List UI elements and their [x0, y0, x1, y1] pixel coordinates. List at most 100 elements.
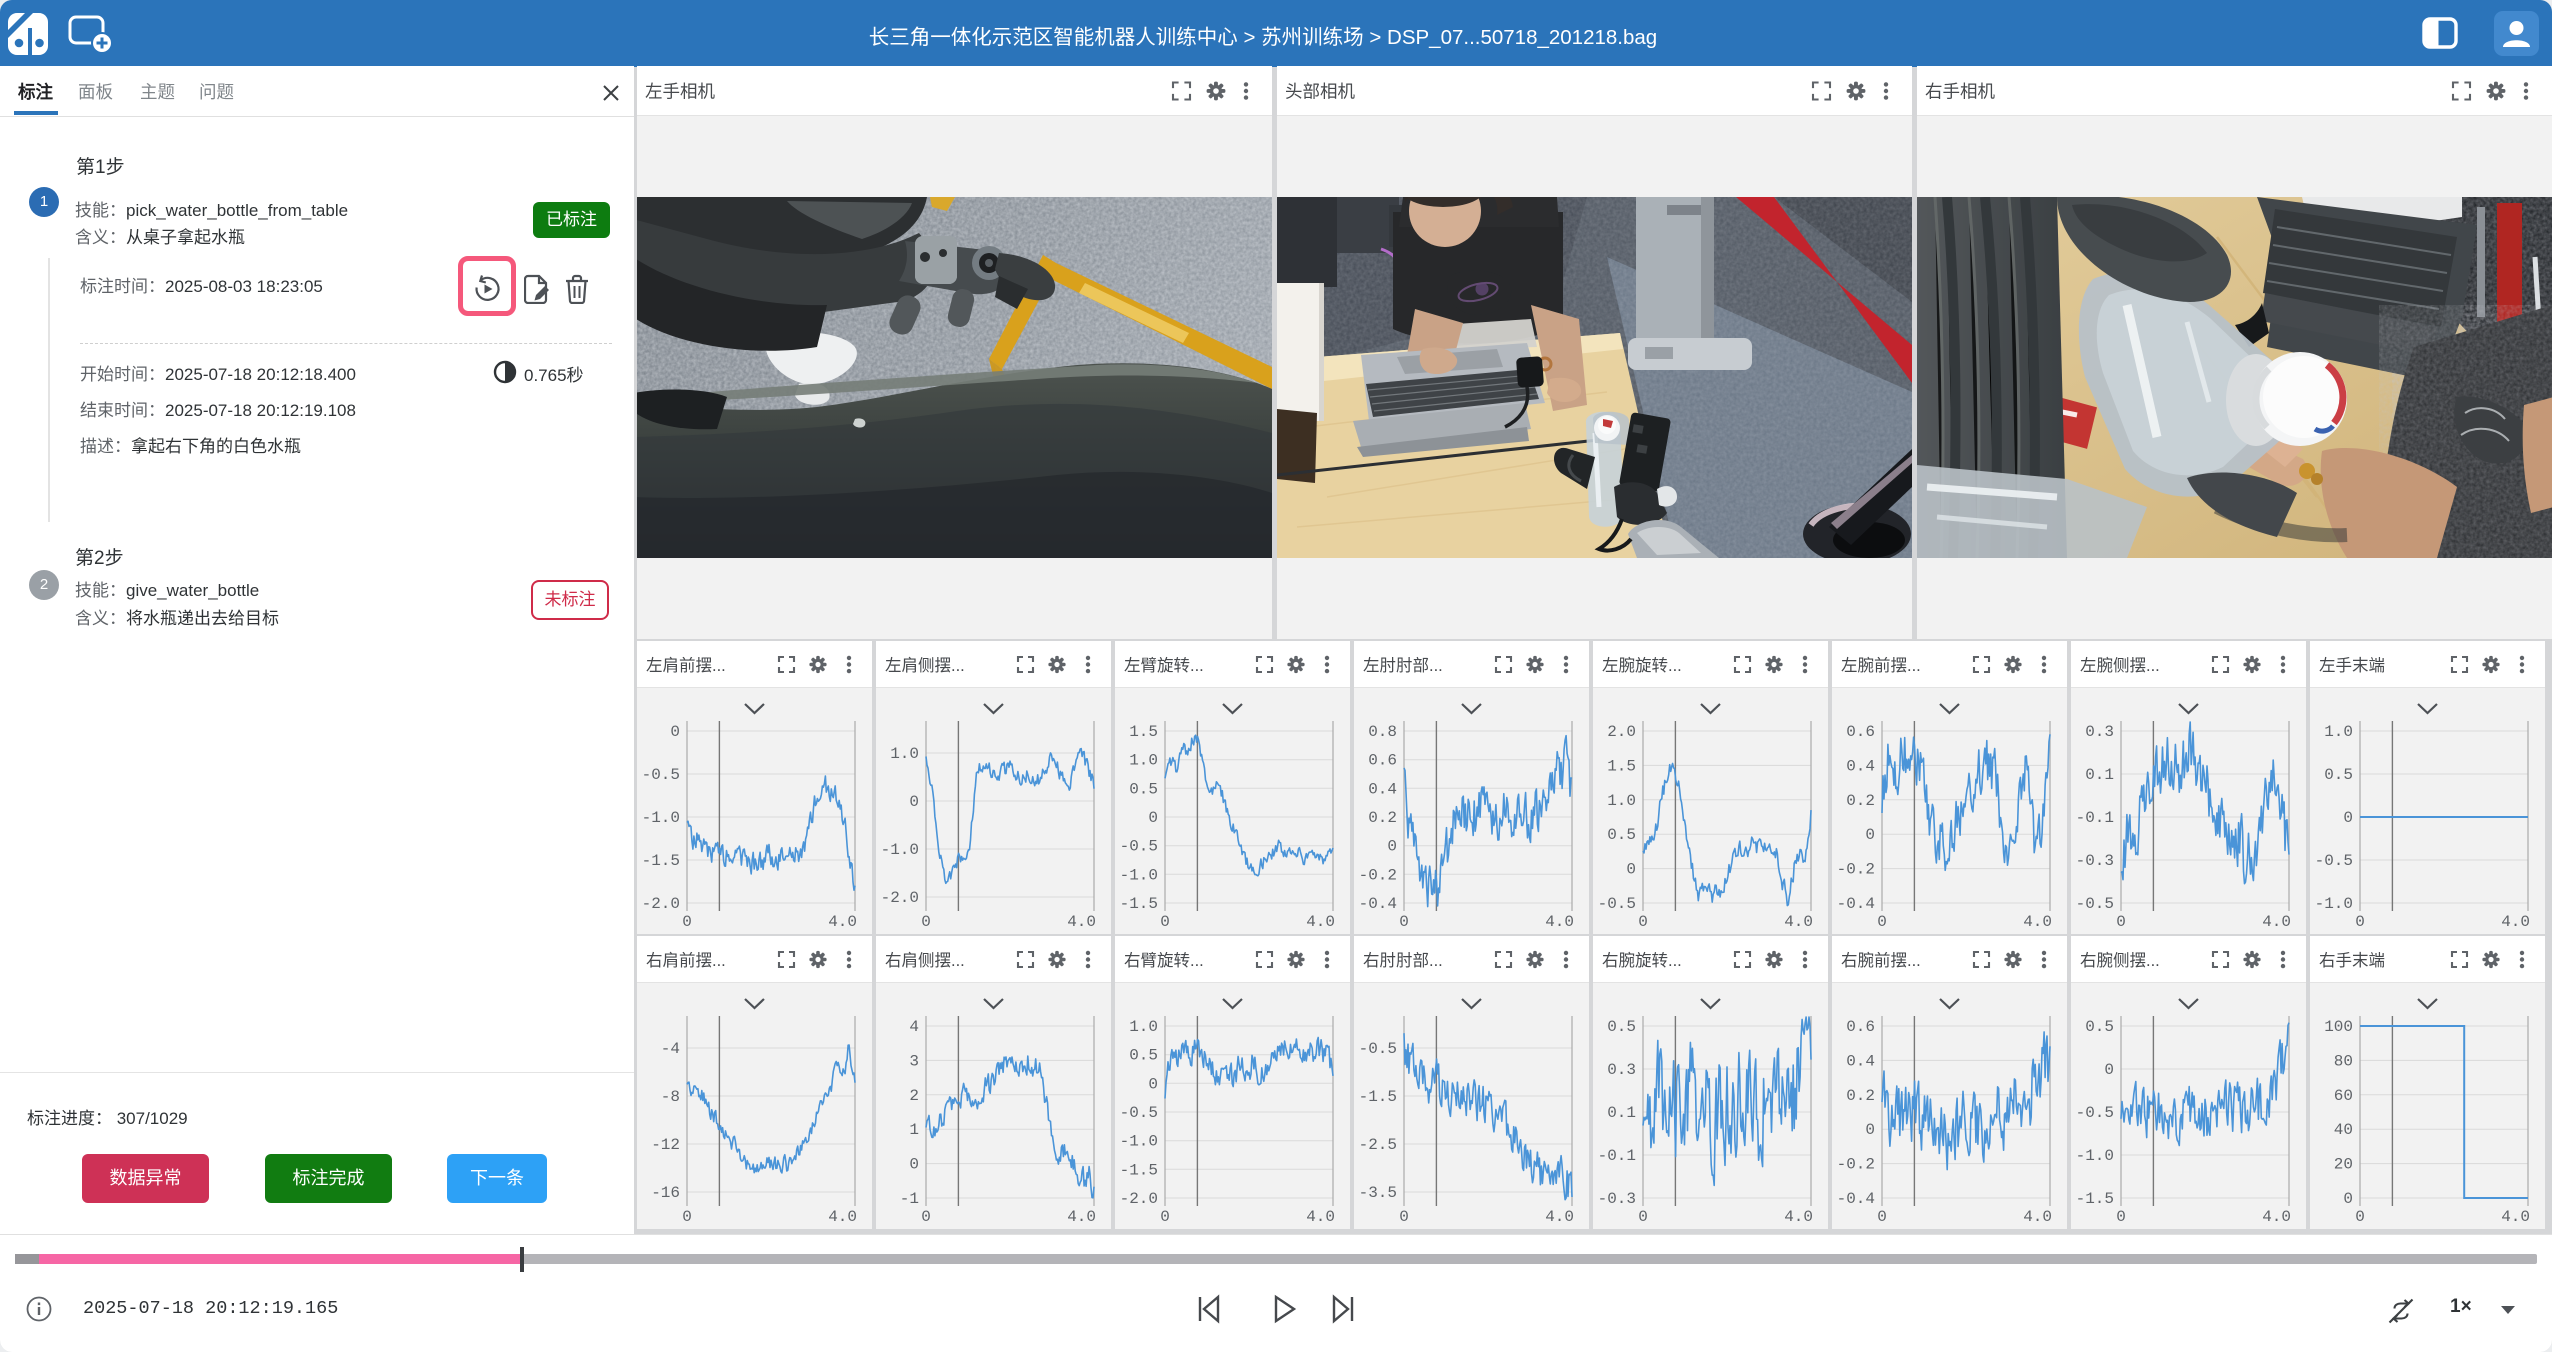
svg-text:-0.2: -0.2: [1359, 866, 1397, 884]
svg-text:-0.5: -0.5: [1359, 1040, 1397, 1058]
svg-text:3: 3: [909, 1052, 919, 1070]
svg-text:0.2: 0.2: [1846, 792, 1875, 810]
svg-text:0: 0: [682, 1208, 692, 1226]
svg-text:0.3: 0.3: [2085, 723, 2114, 741]
svg-text:-0.5: -0.5: [2076, 1104, 2114, 1122]
svg-text:0: 0: [909, 1156, 919, 1174]
svg-text:0: 0: [1148, 809, 1158, 827]
svg-text:-1.5: -1.5: [2076, 1190, 2114, 1208]
svg-text:0: 0: [1877, 913, 1887, 931]
svg-text:-1.5: -1.5: [1120, 1161, 1158, 1179]
svg-text:1: 1: [909, 1121, 919, 1139]
svg-text:1.5: 1.5: [1607, 757, 1636, 775]
svg-text:60: 60: [2334, 1087, 2353, 1105]
svg-text:0: 0: [921, 1208, 931, 1226]
svg-text:0: 0: [2355, 1208, 2365, 1226]
svg-text:4.0: 4.0: [1067, 1208, 1096, 1226]
svg-text:0: 0: [2343, 809, 2353, 827]
svg-text:0.2: 0.2: [1368, 809, 1397, 827]
svg-text:0: 0: [909, 793, 919, 811]
svg-text:0: 0: [1638, 913, 1648, 931]
svg-text:0: 0: [2355, 913, 2365, 931]
svg-text:2: 2: [909, 1087, 919, 1105]
svg-text:-0.4: -0.4: [1837, 1190, 1875, 1208]
svg-text:0: 0: [1148, 1075, 1158, 1093]
svg-text:0: 0: [670, 723, 680, 741]
svg-text:4.0: 4.0: [2262, 1208, 2291, 1226]
svg-text:-0.5: -0.5: [1598, 895, 1636, 913]
svg-text:4: 4: [909, 1018, 919, 1036]
svg-text:-0.5: -0.5: [1120, 1104, 1158, 1122]
svg-text:-1: -1: [900, 1190, 919, 1208]
svg-text:0: 0: [1626, 861, 1636, 879]
svg-text:0: 0: [1399, 1208, 1409, 1226]
svg-text:4.0: 4.0: [2262, 913, 2291, 931]
svg-text:0.3: 0.3: [1607, 1061, 1636, 1079]
svg-text:0.2: 0.2: [1846, 1087, 1875, 1105]
svg-text:0: 0: [1877, 1208, 1887, 1226]
svg-text:0: 0: [1865, 1121, 1875, 1139]
svg-text:-0.2: -0.2: [1837, 1156, 1875, 1174]
svg-text:80: 80: [2334, 1052, 2353, 1070]
svg-text:0.5: 0.5: [2324, 766, 2353, 784]
svg-text:4.0: 4.0: [828, 913, 857, 931]
svg-text:-12: -12: [651, 1136, 680, 1154]
svg-text:4.0: 4.0: [1067, 913, 1096, 931]
svg-text:-1.0: -1.0: [2315, 895, 2353, 913]
svg-text:-1.5: -1.5: [1359, 1088, 1397, 1106]
svg-text:0.5: 0.5: [1607, 826, 1636, 844]
svg-text:-0.1: -0.1: [1598, 1147, 1636, 1165]
svg-text:0: 0: [2116, 1208, 2126, 1226]
svg-text:-1.0: -1.0: [1120, 1133, 1158, 1151]
svg-text:-0.5: -0.5: [1120, 838, 1158, 856]
svg-text:-0.1: -0.1: [2076, 809, 2114, 827]
svg-text:-2.0: -2.0: [881, 889, 919, 907]
svg-text:4.0: 4.0: [2501, 913, 2530, 931]
svg-text:4.0: 4.0: [1306, 1208, 1335, 1226]
svg-text:2.0: 2.0: [1607, 723, 1636, 741]
svg-text:0.5: 0.5: [1129, 780, 1158, 798]
svg-text:-1.0: -1.0: [2076, 1147, 2114, 1165]
svg-text:0.5: 0.5: [1607, 1018, 1636, 1036]
svg-text:4.0: 4.0: [2023, 913, 2052, 931]
svg-text:-0.5: -0.5: [2076, 895, 2114, 913]
svg-text:1.5: 1.5: [1129, 723, 1158, 741]
svg-text:1.0: 1.0: [1607, 792, 1636, 810]
svg-text:0.5: 0.5: [2085, 1018, 2114, 1036]
svg-text:4.0: 4.0: [1545, 1208, 1574, 1226]
svg-text:0: 0: [2343, 1190, 2353, 1208]
svg-text:40: 40: [2334, 1121, 2353, 1139]
svg-text:0: 0: [1399, 913, 1409, 931]
svg-text:0.1: 0.1: [2085, 766, 2114, 784]
svg-text:-1.5: -1.5: [642, 852, 680, 870]
svg-text:0: 0: [1638, 1208, 1648, 1226]
svg-text:-0.3: -0.3: [2076, 852, 2114, 870]
svg-text:-0.4: -0.4: [1359, 895, 1397, 913]
svg-text:-1.0: -1.0: [642, 809, 680, 827]
svg-text:20: 20: [2334, 1156, 2353, 1174]
svg-text:0: 0: [2104, 1061, 2114, 1079]
svg-text:1.0: 1.0: [2324, 723, 2353, 741]
svg-text:0.6: 0.6: [1846, 723, 1875, 741]
svg-text:4.0: 4.0: [1306, 913, 1335, 931]
svg-text:-0.4: -0.4: [1837, 895, 1875, 913]
svg-text:0: 0: [1160, 1208, 1170, 1226]
svg-text:-0.2: -0.2: [1837, 861, 1875, 879]
svg-text:1.0: 1.0: [1129, 752, 1158, 770]
svg-text:-0.3: -0.3: [1598, 1190, 1636, 1208]
svg-text:-2.0: -2.0: [642, 895, 680, 913]
svg-text:0: 0: [1865, 826, 1875, 844]
svg-text:4.0: 4.0: [1784, 913, 1813, 931]
svg-text:-8: -8: [661, 1088, 680, 1106]
svg-text:0.4: 0.4: [1846, 1052, 1875, 1070]
svg-text:-0.5: -0.5: [642, 766, 680, 784]
svg-text:-1.0: -1.0: [1120, 866, 1158, 884]
svg-text:4.0: 4.0: [1784, 1208, 1813, 1226]
svg-text:0.1: 0.1: [1607, 1104, 1636, 1122]
svg-text:0: 0: [1160, 913, 1170, 931]
svg-text:1.0: 1.0: [890, 745, 919, 763]
svg-text:1.0: 1.0: [1129, 1018, 1158, 1036]
svg-text:0: 0: [921, 913, 931, 931]
svg-text:-4: -4: [661, 1040, 680, 1058]
svg-text:-1.5: -1.5: [1120, 895, 1158, 913]
